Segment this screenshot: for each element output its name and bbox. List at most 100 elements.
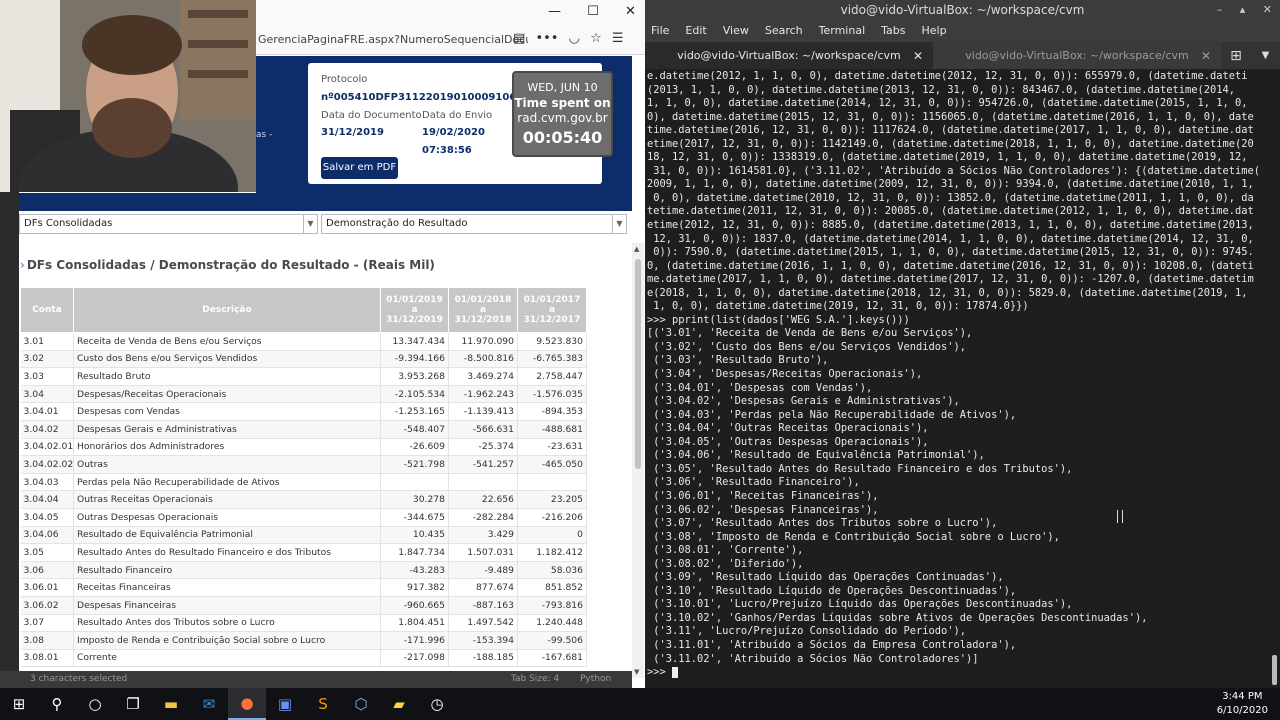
url-bar[interactable]: GerenciaPaginaFRE.aspx?NumeroSequencialD… (258, 33, 528, 49)
close-tab-icon[interactable]: ✕ (1201, 49, 1211, 63)
more-actions-icon[interactable]: ••• (535, 31, 558, 46)
cell-value-2017: 1.182.412 (517, 543, 587, 562)
cell-value-2019: -9.394.166 (380, 350, 449, 369)
send-date-label: Data do Envio (422, 110, 493, 121)
virtualbox-icon[interactable]: ⬡ (342, 688, 380, 720)
cell-descricao: Despesas Financeiras (73, 596, 381, 615)
cell-value-2018: -1.962.243 (448, 385, 518, 404)
table-row: 3.04.02.02 Outras -521.798 -541.257 -465.050 (20, 455, 587, 474)
terminal-line: ('3.04.04', 'Outras Receitas Operacionai… (647, 422, 929, 435)
terminal-line: ('3.04.01', 'Despesas com Vendas'), (647, 381, 873, 394)
cell-conta: 3.04.03 (20, 473, 74, 492)
cell-conta: 3.04.04 (20, 490, 74, 509)
search-icon[interactable]: ⚲ (38, 688, 76, 720)
terminal-line: 2009, 1, 1, 0, 0), datetime.datetime(200… (647, 178, 1254, 191)
windows-taskbar: ⊞ ⚲ ○ ❐ ▬ ✉ ● ▣ S ⬡ ▰ ◷ 3:44 PM 6/10/202… (0, 688, 1280, 720)
chevron-down-icon: ▼ (612, 215, 626, 233)
terminal-line: ('3.10.01', 'Lucro/Prejuízo Líquido das … (647, 598, 1073, 611)
terminal-line: ('3.04.05', 'Outras Despesas Operacionai… (647, 435, 929, 448)
terminal-line: ('3.04.06', 'Resultado de Equivalência P… (647, 449, 985, 462)
cell-descricao: Despesas Gerais e Administrativas (73, 420, 381, 439)
cell-value-2019: -26.609 (380, 438, 449, 457)
pocket-icon[interactable]: ◡ (569, 31, 580, 46)
remote-desktop-icon[interactable]: ▣ (266, 688, 304, 720)
menu-edit[interactable]: Edit (685, 20, 706, 42)
cell-value-2017: -6.765.383 (517, 350, 587, 369)
cell-descricao: Custo dos Bens e/ou Serviços Vendidos (73, 350, 381, 369)
cortana-icon[interactable]: ○ (76, 688, 114, 720)
tab-size-status[interactable]: Tab Size: 4 (511, 671, 559, 688)
statement-select[interactable]: Demonstração do Resultado ▼ (321, 214, 627, 234)
save-pdf-button[interactable]: Salvar em PDF (321, 157, 398, 179)
clock-app-icon[interactable]: ◷ (418, 688, 456, 720)
sticky-folder-icon[interactable]: ▰ (380, 688, 418, 720)
cell-value-2018: 22.656 (448, 490, 518, 509)
terminal-line: etime(2017, 12, 31, 0, 0)): 1142149.0, (… (647, 137, 1254, 150)
cell-value-2019: -344.675 (380, 508, 449, 527)
terminal-window[interactable]: vido@vido-VirtualBox: ~/workspace/cvm – … (645, 0, 1280, 688)
scroll-down-icon[interactable]: ▼ (634, 668, 639, 676)
terminal-tab-1[interactable]: vido@vido-VirtualBox: ~/workspace/cvm ✕ (645, 42, 933, 69)
cell-conta: 3.07 (20, 614, 74, 633)
reader-view-icon[interactable]: ▤ (513, 31, 525, 46)
terminal-line: ('3.07', 'Resultado Antes dos Tributos s… (647, 517, 998, 530)
table-row: 3.04.06 Resultado de Equivalência Patrimo… (20, 526, 587, 545)
terminal-line: >>> pprint(list(dados['WEG S.A.'].keys()… (647, 313, 910, 326)
terminal-tab-2[interactable]: vido@vido-VirtualBox: ~/workspace/cvm ✕ (933, 42, 1221, 69)
terminal-line: ('3.11', 'Lucro/Prejuízo Consolidado do … (647, 625, 967, 638)
table-row: 3.04.02.01 Honorários dos Administradores… (20, 438, 587, 457)
minimize-icon[interactable]: — (548, 4, 561, 19)
sublime-text-icon[interactable]: S (304, 688, 342, 720)
col-conta: Conta (20, 287, 74, 333)
cell-value-2017: 0 (517, 526, 587, 545)
menu-tabs[interactable]: Tabs (881, 20, 905, 42)
minimize-icon[interactable]: – (1217, 3, 1223, 16)
terminal-prompt-line[interactable]: >>> (647, 666, 1269, 680)
terminal-line: e.datetime(2012, 1, 1, 0, 0), datetime.d… (647, 70, 1248, 82)
cell-descricao: Outras (73, 455, 381, 474)
terminal-scrollbar[interactable] (1272, 655, 1277, 685)
page-scrollbar[interactable]: ▲ ▼ (632, 243, 644, 678)
cell-value-2017: -23.631 (517, 438, 587, 457)
table-row: 3.06 Resultado Financeiro -43.283 -9.489 58.… (20, 561, 587, 580)
cell-value-2017: -216.206 (517, 508, 587, 527)
system-clock[interactable]: 3:44 PM 6/10/2020 (1217, 690, 1268, 718)
scrollbar-thumb[interactable] (635, 259, 641, 469)
firefox-icon[interactable]: ● (228, 688, 266, 720)
menu-help[interactable]: Help (922, 20, 947, 42)
close-icon[interactable]: ✕ (625, 4, 636, 19)
menu-view[interactable]: View (723, 20, 749, 42)
menu-file[interactable]: File (651, 20, 669, 42)
maximize-icon[interactable]: ▴ (1240, 3, 1246, 16)
close-icon[interactable]: ✕ (1263, 3, 1272, 16)
menu-terminal[interactable]: Terminal (819, 20, 866, 42)
cell-value-2017: 2.758.447 (517, 367, 587, 386)
mail-icon[interactable]: ✉ (190, 688, 228, 720)
language-status[interactable]: Python (580, 671, 611, 688)
terminal-tabbar: vido@vido-VirtualBox: ~/workspace/cvm ✕ … (645, 42, 1280, 70)
windows-start-icon[interactable]: ⊞ (0, 688, 38, 720)
close-tab-icon[interactable]: ✕ (913, 49, 923, 63)
terminal-line: 0, 0), datetime.datetime(2010, 12, 31, 0… (647, 191, 1254, 204)
terminal-output[interactable]: e.datetime(2012, 1, 1, 0, 0), datetime.d… (645, 70, 1271, 688)
tab-list-icon[interactable]: ▼ (1251, 42, 1280, 69)
table-row: 3.04.01 Despesas com Vendas -1.253.165 -1.1… (20, 402, 587, 421)
cell-descricao: Imposto de Renda e Contribuição Social s… (73, 631, 381, 650)
hamburger-menu-icon[interactable]: ☰ (612, 31, 624, 46)
file-explorer-icon[interactable]: ▬ (152, 688, 190, 720)
terminal-line: e(2018, 1, 1, 0, 0), datetime.datetime(2… (647, 286, 1248, 299)
terminal-line: ('3.03', 'Resultado Bruto'), (647, 354, 829, 367)
bookmark-star-icon[interactable]: ☆ (590, 31, 602, 46)
terminal-line: etime(2012, 12, 31, 0, 0)): 8885.0, (dat… (647, 219, 1254, 232)
cell-value-2017 (517, 473, 587, 492)
terminal-line: ('3.08.02', 'Diferido'), (647, 557, 804, 570)
menu-search[interactable]: Search (765, 20, 803, 42)
new-tab-icon[interactable]: ⊞ (1221, 42, 1251, 69)
cell-value-2019: -548.407 (380, 420, 449, 439)
maximize-icon[interactable]: ☐ (587, 4, 599, 19)
statement-type-select[interactable]: DFs Consolidadas ▼ (19, 214, 318, 234)
task-view-icon[interactable]: ❐ (114, 688, 152, 720)
timer-elapsed: 00:05:40 (522, 128, 603, 147)
cell-value-2019: -43.283 (380, 561, 449, 580)
scroll-up-icon[interactable]: ▲ (634, 245, 639, 253)
